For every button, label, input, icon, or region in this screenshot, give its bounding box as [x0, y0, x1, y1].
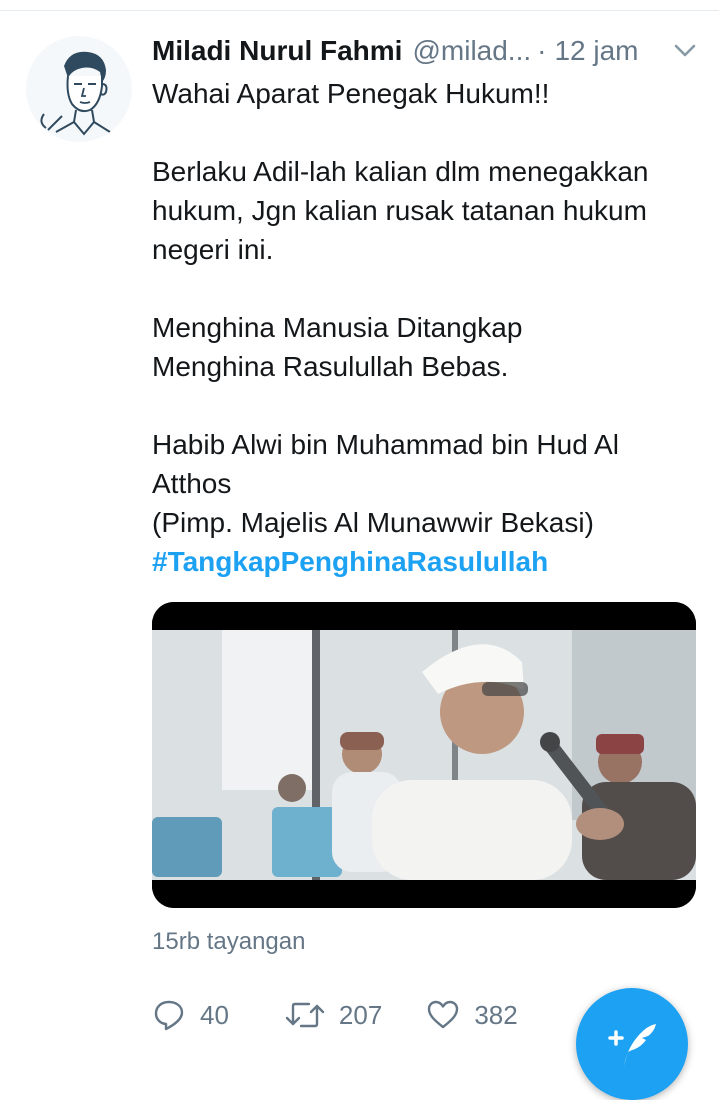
retweet-button[interactable]: 207 [285, 998, 382, 1032]
heart-icon [428, 1000, 459, 1029]
compose-tweet-button[interactable] [576, 988, 688, 1100]
user-handle[interactable]: @milad... [412, 35, 531, 67]
tweet-header: Miladi Nurul Fahmi @milad... · 12 jam [152, 32, 672, 70]
retweet-icon [285, 1002, 325, 1028]
video-thumbnail[interactable] [152, 602, 696, 908]
reply-button[interactable]: 40 [152, 998, 229, 1032]
chevron-down-icon[interactable] [672, 40, 698, 62]
like-button[interactable]: 382 [426, 998, 518, 1032]
reply-icon [154, 1000, 184, 1031]
reply-count: 40 [200, 999, 229, 1030]
separator-dot: · [537, 35, 547, 66]
top-divider [0, 10, 719, 11]
timestamp[interactable]: 12 jam [554, 35, 638, 67]
display-name[interactable]: Miladi Nurul Fahmi [152, 35, 402, 67]
avatar-illustration-icon [40, 51, 111, 136]
view-count: 15rb tayangan [152, 928, 306, 955]
retweet-count: 207 [338, 999, 383, 1030]
compose-tweet-icon [608, 1024, 656, 1066]
hashtag-link[interactable]: #TangkapPenghinaRasulullah [152, 546, 548, 577]
tweet-actions: 40 207 382 [152, 995, 518, 1035]
tweet-text: Wahai Aparat Penegak Hukum!! Berlaku Adi… [152, 78, 649, 538]
like-count: 382 [474, 999, 518, 1030]
tweet-body: Wahai Aparat Penegak Hukum!! Berlaku Adi… [152, 74, 697, 581]
avatar[interactable] [26, 36, 132, 142]
